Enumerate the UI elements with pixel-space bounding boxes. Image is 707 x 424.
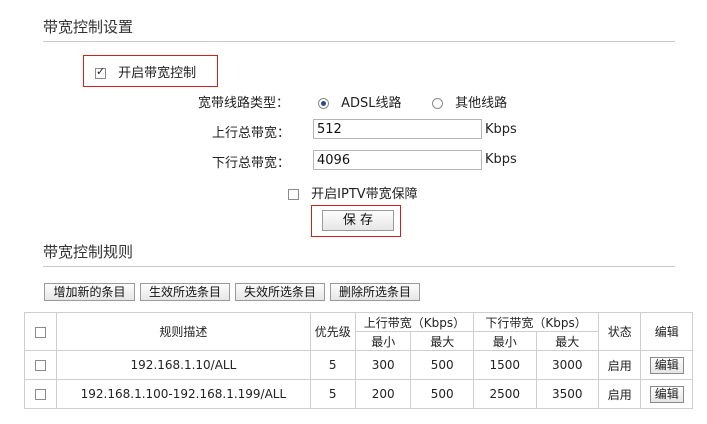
table-row: 192.168.1.100-192.168.1.199/ALL 5 200 50… — [23, 379, 693, 409]
line-type-label: 宽带线路类型： — [198, 96, 290, 111]
row-status: 启用 — [598, 350, 642, 380]
row-down-min: 1500 — [472, 350, 537, 380]
iptv-label: 开启IPTV带宽保障 — [311, 187, 418, 202]
row-down-min: 2500 — [472, 379, 537, 409]
section-divider — [43, 41, 675, 42]
row-desc: 192.168.1.10/ALL — [56, 350, 311, 380]
adsl-label: ADSL线路 — [341, 96, 402, 111]
header-select-cell — [23, 312, 58, 351]
enable-label: 开启带宽控制 — [118, 66, 197, 81]
edit-button[interactable]: 编辑 — [649, 356, 684, 374]
row-desc: 192.168.1.100-192.168.1.199/ALL — [56, 379, 311, 409]
save-button[interactable]: 保 存 — [322, 210, 394, 231]
iptv-checkbox[interactable] — [288, 189, 299, 200]
rules-title: 带宽控制规则 — [43, 243, 134, 261]
enable-checkbox[interactable] — [95, 65, 106, 79]
row-up-max: 500 — [410, 379, 474, 409]
header-up: 上行带宽（Kbps） — [354, 312, 474, 332]
header-down-min: 最小 — [472, 331, 537, 351]
rules-table: 规则描述 优先级 上行带宽（Kbps） 下行带宽（Kbps） 状态 编辑 最小 … — [23, 312, 693, 409]
bandwidth-settings-title: 带宽控制设置 — [43, 18, 134, 36]
row-priority: 5 — [309, 379, 356, 409]
row-checkbox[interactable] — [35, 389, 47, 400]
downstream-input[interactable] — [313, 150, 482, 170]
downstream-label: 下行总带宽： — [212, 156, 291, 171]
line-type-adsl[interactable]: ADSL线路 — [318, 92, 402, 111]
upstream-label: 上行总带宽： — [212, 126, 291, 141]
header-status: 状态 — [598, 312, 642, 351]
row-down-max: 3000 — [535, 350, 600, 380]
table-header-row: 规则描述 优先级 上行带宽（Kbps） 下行带宽（Kbps） 状态 编辑 — [23, 312, 693, 351]
row-priority: 5 — [309, 350, 356, 380]
header-edit: 编辑 — [640, 312, 693, 351]
other-label: 其他线路 — [455, 96, 508, 111]
row-checkbox[interactable] — [35, 360, 47, 371]
upstream-input[interactable] — [313, 119, 482, 139]
rules-divider — [43, 266, 675, 267]
row-up-min: 300 — [354, 350, 412, 380]
add-entry-button[interactable]: 增加新的条目 — [44, 283, 135, 301]
header-down-max: 最大 — [535, 331, 600, 351]
header-up-min: 最小 — [354, 331, 412, 351]
header-priority: 优先级 — [309, 312, 356, 351]
line-type-other[interactable]: 其他线路 — [432, 92, 507, 111]
header-up-max: 最大 — [410, 331, 474, 351]
disable-selected-button[interactable]: 失效所选条目 — [235, 283, 325, 301]
downstream-unit: Kbps — [485, 152, 517, 167]
upstream-unit: Kbps — [485, 122, 517, 137]
edit-button[interactable]: 编辑 — [649, 385, 684, 403]
enable-bandwidth-control[interactable]: 开启带宽控制 — [95, 62, 196, 81]
header-down: 下行带宽（Kbps） — [472, 312, 600, 332]
enable-selected-button[interactable]: 生效所选条目 — [140, 283, 230, 301]
row-down-max: 3500 — [535, 379, 600, 409]
iptv-option[interactable]: 开启IPTV带宽保障 — [288, 183, 418, 202]
table-row: 192.168.1.10/ALL 5 300 500 1500 3000 启用 … — [23, 350, 693, 380]
select-all-checkbox[interactable] — [35, 326, 47, 338]
row-status: 启用 — [598, 379, 642, 409]
row-up-max: 500 — [410, 350, 474, 380]
delete-selected-button[interactable]: 删除所选条目 — [330, 283, 420, 301]
other-radio[interactable] — [432, 98, 443, 109]
header-desc: 规则描述 — [56, 312, 311, 351]
row-up-min: 200 — [354, 379, 412, 409]
adsl-radio[interactable] — [318, 98, 329, 109]
